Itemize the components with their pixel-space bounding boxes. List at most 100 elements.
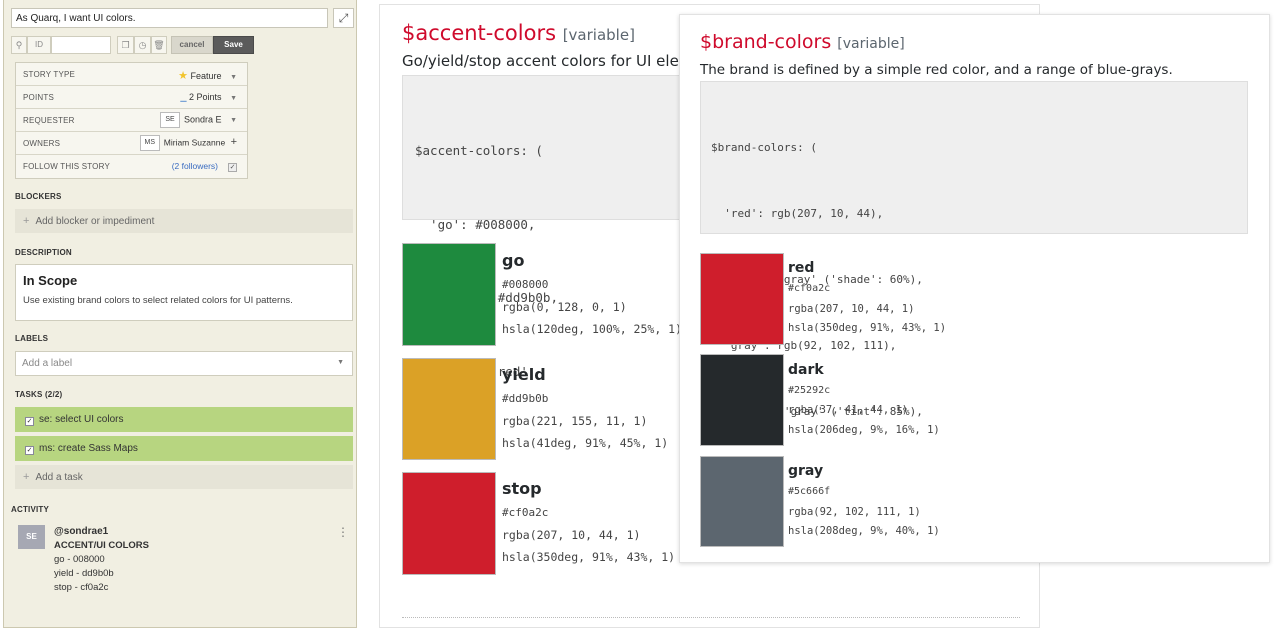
task-checkbox[interactable]: ✓ — [25, 446, 34, 455]
swatch-hex: #008000 — [502, 278, 549, 291]
swatch-go — [402, 243, 496, 346]
more-options-icon[interactable]: ⋮ — [337, 525, 349, 539]
swatch-hsla: hsla(350deg, 91%, 43%, 1) — [788, 322, 947, 334]
activity-heading: ACCENT/UI COLORS — [54, 540, 149, 551]
plus-icon: + — [23, 215, 30, 227]
description-label: DESCRIPTION — [15, 248, 72, 257]
story-title-input[interactable] — [11, 8, 328, 28]
activity-line: stop - cf0a2c — [54, 582, 109, 593]
copy-icon[interactable]: ❐ — [117, 36, 134, 54]
activity-item: SE @sondrae1 ACCENT/UI COLORS go - 00800… — [18, 525, 353, 605]
points-icon: ▁ — [180, 93, 187, 102]
requester-label: REQUESTER — [23, 116, 75, 125]
save-button[interactable]: Save — [213, 36, 254, 54]
description-box[interactable]: In Scope Use existing brand colors to se… — [15, 264, 353, 321]
task-item[interactable]: ✓ se: select UI colors — [15, 407, 353, 432]
chevron-down-icon: ▼ — [230, 74, 237, 81]
owners-row[interactable]: OWNERS MS Miriam Suzanne + — [16, 132, 247, 155]
owners-label: OWNERS — [23, 139, 61, 148]
add-task-button[interactable]: + Add a task — [15, 465, 353, 489]
divider — [402, 617, 1020, 618]
chevron-down-icon: ▼ — [230, 95, 237, 102]
activity-line: go - 008000 — [54, 554, 105, 565]
task-checkbox[interactable]: ✓ — [25, 417, 34, 426]
swatch-hex: #cf0a2c — [788, 283, 831, 294]
story-title-row: ⤢ — [11, 8, 354, 30]
requester-row[interactable]: REQUESTER SE Sondra E ▼ — [16, 109, 247, 132]
swatch-name: red — [788, 260, 815, 276]
code-line: 'gray': rgb(92, 102, 111), — [711, 339, 897, 352]
swatch-rgba: rgba(207, 10, 44, 1) — [502, 528, 641, 542]
avatar: SE — [18, 525, 45, 549]
swatch-rgba: rgba(207, 10, 44, 1) — [788, 303, 915, 315]
cancel-button[interactable]: cancel — [171, 36, 213, 54]
points-label: POINTS — [23, 93, 54, 102]
brand-code-block: $brand-colors: ( 'red': rgb(207, 10, 44)… — [700, 81, 1248, 484]
swatch-rgba: rgba(92, 102, 111, 1) — [788, 506, 921, 518]
brand-variable-tag: [variable] — [837, 36, 905, 52]
swatch-hex: #5c666f — [788, 486, 831, 497]
task-item[interactable]: ✓ ms: create Sass Maps — [15, 436, 353, 461]
activity-line: yield - dd9b0b — [54, 568, 114, 579]
swatch-name: dark — [788, 362, 824, 378]
swatch-rgba: rgba(0, 128, 0, 1) — [502, 300, 627, 314]
swatch-hex: #25292c — [788, 385, 831, 396]
swatch-stop — [402, 472, 496, 575]
plus-icon: + — [23, 471, 30, 483]
trash-icon[interactable]: 🗑 — [151, 36, 167, 54]
swatch-name: stop — [502, 479, 542, 498]
code-line: 'red': rgb(207, 10, 44), — [711, 207, 884, 220]
follow-row[interactable]: FOLLOW THIS STORY (2 followers) ✓ — [16, 155, 247, 178]
swatch-name: yield — [502, 365, 546, 384]
swatch-hsla: hsla(350deg, 91%, 43%, 1) — [502, 550, 676, 564]
swatch-rgba: rgba(37, 41, 44, 1) — [788, 404, 909, 416]
story-type-label: STORY TYPE — [23, 70, 76, 79]
owner-avatar: MS — [139, 135, 160, 151]
label-select[interactable]: Add a label ▼ — [15, 351, 353, 376]
activity-user[interactable]: @sondrae1 — [54, 525, 149, 539]
accent-subtitle: Go/yield/stop accent colors for UI elem — [402, 52, 694, 70]
swatch-hsla: hsla(208deg, 9%, 40%, 1) — [788, 525, 940, 537]
swatch-gray — [700, 456, 784, 547]
expand-icon[interactable]: ⤢ — [333, 8, 354, 28]
brand-colors-card: $brand-colors [variable] The brand is de… — [679, 14, 1270, 563]
activity-label: ACTIVITY — [11, 505, 50, 514]
star-icon: ★ — [178, 70, 188, 82]
description-text: Use existing brand colors to select rela… — [23, 295, 293, 306]
chevron-down-icon: ▼ — [337, 359, 344, 366]
follow-value[interactable]: (2 followers) ✓ — [172, 161, 237, 172]
swatch-hex: #cf0a2c — [502, 506, 549, 519]
code-line: $brand-colors: ( — [711, 141, 817, 154]
swatch-name: gray — [788, 463, 824, 479]
swatch-name: go — [502, 251, 525, 270]
id-button[interactable]: ID — [27, 36, 51, 54]
requester-value[interactable]: SE Sondra E ▼ — [160, 112, 237, 128]
story-type-row[interactable]: STORY TYPE ★ Feature ▼ — [16, 63, 247, 86]
brand-title: $brand-colors [variable] — [700, 31, 905, 53]
requester-avatar: SE — [160, 112, 181, 128]
brand-subtitle: The brand is defined by a simple red col… — [700, 62, 1173, 78]
accent-title: $accent-colors [variable] — [402, 21, 635, 45]
swatch-red — [700, 253, 784, 345]
add-owner-icon[interactable]: + — [231, 136, 237, 148]
add-blocker-button[interactable]: + Add blocker or impediment — [15, 209, 353, 233]
labels-label: LABELS — [15, 334, 49, 343]
activity-body: @sondrae1 ACCENT/UI COLORS go - 008000 y… — [54, 525, 149, 595]
swatch-yield — [402, 358, 496, 460]
follow-checkbox[interactable]: ✓ — [228, 163, 237, 172]
story-type-value[interactable]: ★ Feature ▼ — [178, 69, 237, 82]
story-toolbar: ⚲ ID ❐ ◷ 🗑 cancel Save — [11, 36, 254, 54]
points-row[interactable]: POINTS ▁ 2 Points ▼ — [16, 86, 247, 109]
followers-link[interactable]: (2 followers) — [172, 161, 218, 171]
points-value[interactable]: ▁ 2 Points ▼ — [180, 92, 237, 102]
owners-value[interactable]: MS Miriam Suzanne + — [139, 135, 237, 151]
blockers-label: BLOCKERS — [15, 192, 62, 201]
history-icon[interactable]: ◷ — [134, 36, 151, 54]
id-field[interactable] — [51, 36, 111, 54]
story-properties: STORY TYPE ★ Feature ▼ POINTS ▁ 2 Points… — [15, 62, 248, 179]
swatch-dark — [700, 354, 784, 446]
link-icon[interactable]: ⚲ — [11, 36, 27, 54]
swatch-hsla: hsla(120deg, 100%, 25%, 1) — [502, 322, 683, 336]
tasks-label: TASKS (2/2) — [15, 390, 63, 399]
accent-variable-tag: [variable] — [562, 26, 635, 44]
